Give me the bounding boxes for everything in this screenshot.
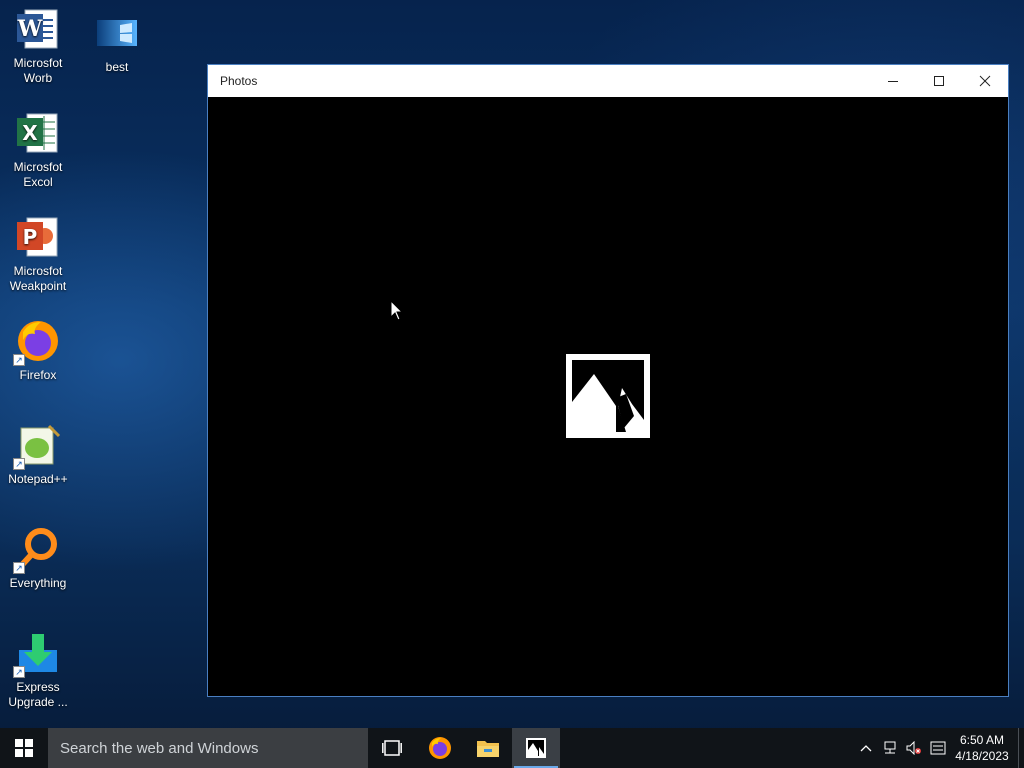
taskbar-file-explorer-button[interactable] [464, 728, 512, 768]
keyboard-icon [930, 741, 946, 755]
shortcut-arrow-icon: ↗ [13, 666, 25, 678]
close-icon [979, 75, 991, 87]
firefox-icon [429, 737, 451, 759]
photos-icon [526, 738, 546, 758]
image-placeholder-icon [566, 354, 650, 438]
show-hidden-icons-button[interactable] [854, 728, 878, 768]
svg-text:X: X [22, 121, 38, 145]
photos-window[interactable]: Photos [207, 64, 1009, 697]
excel-icon: X [15, 110, 61, 156]
network-icon [884, 741, 896, 754]
everything-icon: ↗ [13, 526, 61, 574]
word-icon: W [15, 6, 61, 52]
windows-image-icon [94, 10, 140, 56]
taskbar-photos-button[interactable] [512, 728, 560, 768]
powerpoint-icon: P [15, 214, 61, 260]
taskbar: Search the web and Windows 6:50 AM 4/18/… [0, 728, 1024, 768]
shortcut-arrow-icon: ↗ [13, 562, 25, 574]
desktop-icon-label: Microsfot Excol [13, 160, 63, 189]
desktop-icon-firefox[interactable]: ↗ Firefox [2, 318, 74, 383]
desktop-icon-label: Everything [9, 576, 67, 590]
network-button[interactable] [878, 728, 902, 768]
photo-viewer-area[interactable] [208, 97, 1008, 696]
volume-button[interactable] [902, 728, 926, 768]
svg-text:W: W [17, 16, 43, 42]
svg-text:P: P [23, 225, 38, 249]
notepadpp-icon: ↗ [13, 422, 61, 470]
desktop-icon-best[interactable]: best [81, 10, 153, 75]
shortcut-arrow-icon: ↗ [13, 458, 25, 470]
chevron-up-icon [860, 745, 872, 752]
minimize-icon [888, 81, 898, 82]
desktop-icon-label: best [105, 60, 129, 74]
ime-button[interactable] [926, 728, 950, 768]
desktop-icon-everything[interactable]: ↗ Everything [2, 526, 74, 591]
taskbar-firefox-button[interactable] [416, 728, 464, 768]
window-titlebar[interactable]: Photos [208, 65, 1008, 97]
folder-icon [477, 741, 499, 757]
shortcut-arrow-icon: ↗ [13, 354, 25, 366]
search-box[interactable]: Search the web and Windows [48, 728, 368, 768]
maximize-button[interactable] [916, 65, 962, 97]
firefox-icon: ↗ [13, 318, 61, 366]
desktop-icon-label: Microsfot Weakpoint [9, 264, 67, 293]
system-tray: 6:50 AM 4/18/2023 [854, 728, 1024, 768]
clock-date: 4/18/2023 [955, 749, 1009, 763]
download-icon: ↗ [13, 630, 61, 678]
clock-time: 6:50 AM [959, 733, 1005, 747]
desktop-icon-express-upgrade[interactable]: ↗ Express Upgrade ... [2, 630, 74, 710]
desktop-icon-excel[interactable]: X Microsfot Excol [2, 110, 74, 190]
volume-muted-icon [906, 741, 921, 755]
desktop-icon-notepadpp[interactable]: ↗ Notepad++ [2, 422, 74, 487]
window-controls [870, 65, 1008, 97]
desktop-icon-label: Notepad++ [8, 472, 68, 486]
show-desktop-button[interactable] [1018, 728, 1024, 768]
search-placeholder: Search the web and Windows [60, 739, 259, 757]
desktop-icon-label: Express Upgrade ... [8, 680, 68, 709]
start-button[interactable] [0, 728, 48, 768]
clock[interactable]: 6:50 AM 4/18/2023 [950, 732, 1014, 764]
desktop-icon-label: Firefox [19, 368, 57, 382]
desktop-icon-word[interactable]: W Microsfot Worb [2, 6, 74, 86]
mouse-cursor-icon [390, 300, 404, 321]
desktop-icon-label: Microsfot Worb [13, 56, 63, 85]
minimize-button[interactable] [870, 65, 916, 97]
desktop-icon-powerpoint[interactable]: P Microsfot Weakpoint [2, 214, 74, 294]
close-button[interactable] [962, 65, 1008, 97]
windows-logo-icon [15, 739, 33, 757]
window-title: Photos [220, 74, 258, 88]
task-view-button[interactable] [368, 728, 416, 768]
task-view-icon [382, 740, 402, 756]
maximize-icon [934, 76, 944, 86]
